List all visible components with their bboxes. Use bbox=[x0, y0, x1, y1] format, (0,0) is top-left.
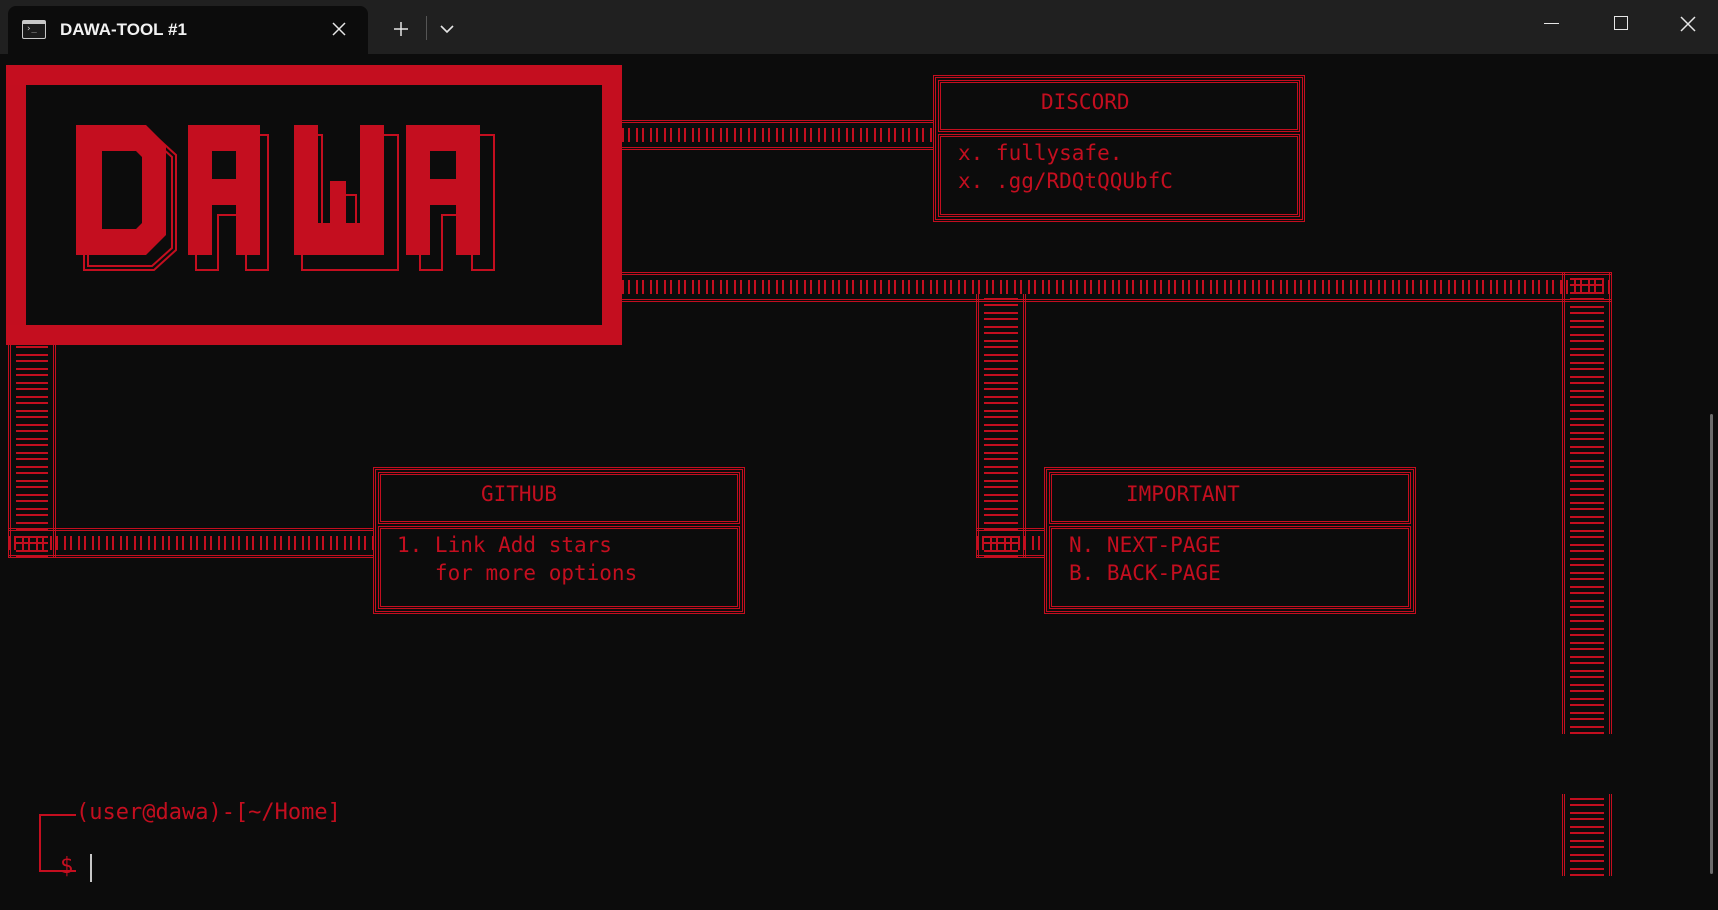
important-title: IMPORTANT bbox=[1126, 482, 1240, 506]
tab-dropdown-button[interactable] bbox=[430, 14, 464, 44]
discord-line: x. fullysafe. bbox=[958, 141, 1123, 165]
github-line: 1. Link Add stars bbox=[397, 533, 612, 557]
prompt-user-path: (user@dawa)-[~/Home] bbox=[76, 800, 341, 825]
tab-title: DAWA-TOOL #1 bbox=[60, 20, 187, 39]
divider bbox=[426, 16, 427, 40]
important-line: N. NEXT-PAGE bbox=[1069, 533, 1221, 557]
minimize-button[interactable] bbox=[1516, 0, 1584, 48]
close-icon bbox=[332, 22, 346, 36]
chevron-down-icon bbox=[440, 25, 454, 34]
connector-pipe bbox=[976, 528, 1044, 558]
maximize-icon bbox=[1614, 16, 1628, 30]
minimize-icon bbox=[1544, 23, 1559, 24]
dawa-logo-banner bbox=[6, 65, 622, 345]
discord-title: DISCORD bbox=[1041, 90, 1130, 114]
terminal-icon bbox=[22, 20, 46, 39]
tab-active[interactable]: DAWA-TOOL #1 bbox=[8, 6, 368, 54]
close-window-button[interactable] bbox=[1654, 0, 1718, 48]
important-line: B. BACK-PAGE bbox=[1069, 561, 1221, 585]
connector-pipe bbox=[1562, 272, 1612, 734]
close-tab-button[interactable] bbox=[326, 16, 352, 42]
discord-line: x. .gg/RDQtQQUbfC bbox=[958, 169, 1173, 193]
close-icon bbox=[1680, 16, 1696, 32]
scrollbar[interactable] bbox=[1710, 414, 1713, 874]
text-cursor bbox=[90, 854, 92, 882]
connector-pipe bbox=[8, 345, 56, 558]
terminal-output[interactable]: DISCORD x. fullysafe. x. .gg/RDQtQQUbfC … bbox=[0, 54, 1718, 910]
prompt-symbol: $ bbox=[60, 854, 74, 879]
github-title: GITHUB bbox=[481, 482, 557, 506]
title-bar: DAWA-TOOL #1 bbox=[0, 0, 1718, 54]
connector-pipe bbox=[622, 120, 934, 150]
plus-icon bbox=[394, 22, 408, 36]
prompt-bracket bbox=[39, 814, 76, 872]
connector-pipe bbox=[1562, 794, 1612, 876]
connector-pipe bbox=[622, 272, 1612, 302]
github-line: for more options bbox=[397, 561, 638, 585]
maximize-button[interactable] bbox=[1586, 0, 1654, 48]
github-header bbox=[378, 472, 740, 524]
connector-pipe bbox=[976, 294, 1026, 558]
connector-pipe bbox=[8, 528, 374, 558]
new-tab-button[interactable] bbox=[386, 14, 416, 44]
